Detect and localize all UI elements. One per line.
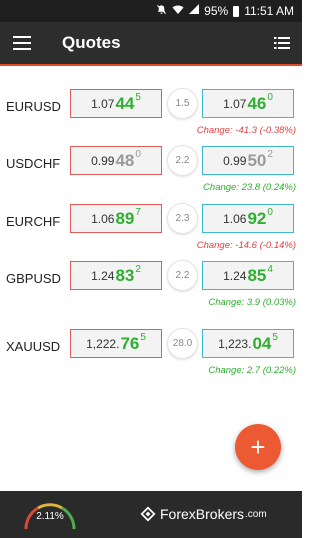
- bid-big-digits: 48: [115, 150, 135, 170]
- bid-prefix: 1.07: [91, 96, 115, 111]
- quote-row-xauusd[interactable]: XAUUSD 1,222. 76 5 28.0 1,223. 04 5 Change: …: [0, 328, 302, 381]
- bid-pip: 0: [135, 149, 141, 160]
- silent-icon: [156, 4, 167, 18]
- symbol-label: GBPUSD: [6, 271, 61, 286]
- battery-percent: 95%: [204, 4, 229, 18]
- quote-row-gbpusd[interactable]: GBPUSD 1.24 83 2 2.2 1.24 85 4 Change: 3.9 (…: [0, 260, 302, 313]
- gauge-meter: 2.11%: [20, 497, 80, 533]
- status-bar: 95% 11:51 AM: [0, 0, 302, 22]
- quote-row-usdchf[interactable]: USDCHF 0.99 48 0 2.2 0.99 50 2 Change: 23.8 …: [0, 145, 302, 198]
- ask-pip: 0: [267, 207, 273, 218]
- brand-name: ForexBrokers: [160, 506, 245, 522]
- battery-icon: [233, 5, 240, 17]
- gauge-value: 2.11%: [36, 511, 64, 522]
- ask-prefix: 1.07: [223, 96, 247, 111]
- list-view-icon[interactable]: [262, 21, 302, 65]
- ask-pip: 0: [267, 92, 273, 103]
- ask-big-digits: 85: [247, 265, 267, 285]
- change-text: Change: 2.7 (0.22%): [208, 365, 296, 376]
- spread-badge: 28.0: [167, 328, 198, 359]
- quote-row-eurusd[interactable]: EURUSD 1.07 44 5 1.5 1.07 46 0 Change: -41.3…: [0, 88, 302, 141]
- ask-big-digits: 50: [247, 150, 267, 170]
- bid-prefix: 0.99: [91, 153, 115, 168]
- bid-big-digits: 89: [115, 208, 135, 228]
- page-title: Quotes: [62, 33, 121, 52]
- bid-big-digits: 83: [115, 265, 135, 285]
- status-time: 11:51 AM: [244, 4, 294, 18]
- ask-pip: 4: [267, 264, 273, 275]
- signal-icon: [189, 4, 200, 18]
- ask-price-button[interactable]: 1.07 46 0: [202, 89, 294, 118]
- ask-price-button[interactable]: 1.06 92 0: [202, 204, 294, 233]
- symbol-label: XAUUSD: [6, 339, 61, 354]
- change-text: Change: -14.6 (-0.14%): [196, 240, 296, 251]
- symbol-label: EURUSD: [6, 99, 61, 114]
- bid-big-digits: 44: [115, 93, 135, 113]
- ask-price-button[interactable]: 1.24 85 4: [202, 261, 294, 290]
- symbol-label: USDCHF: [6, 156, 61, 171]
- footer-bar: 2.11% ForexBrokers .com: [0, 491, 302, 538]
- app-bar: Quotes: [0, 22, 302, 66]
- change-text: Change: 23.8 (0.24%): [203, 182, 296, 193]
- forexbrokers-logo-icon: [140, 506, 156, 522]
- symbol-label: EURCHF: [6, 214, 61, 229]
- bid-prefix: 1.24: [91, 268, 115, 283]
- add-symbol-button[interactable]: +: [235, 424, 281, 470]
- bid-price-button[interactable]: 1.06 89 7: [70, 204, 162, 233]
- ask-pip: 5: [272, 332, 278, 343]
- spread-badge: 2.2: [167, 260, 198, 291]
- change-text: Change: 3.9 (0.03%): [208, 297, 296, 308]
- ask-prefix: 0.99: [223, 153, 247, 168]
- bid-prefix: 1,222.: [86, 336, 120, 351]
- quote-row-eurchf[interactable]: EURCHF 1.06 89 7 2.3 1.06 92 0 Change: -14.6…: [0, 203, 302, 256]
- ask-big-digits: 04: [252, 333, 272, 353]
- ask-prefix: 1.24: [223, 268, 247, 283]
- brand-suffix: .com: [245, 508, 267, 520]
- ask-pip: 2: [267, 149, 273, 160]
- bid-prefix: 1.06: [91, 211, 115, 226]
- hamburger-menu-icon[interactable]: [2, 21, 42, 65]
- spread-badge: 1.5: [167, 88, 198, 119]
- bid-price-button[interactable]: 1.24 83 2: [70, 261, 162, 290]
- plus-icon: +: [250, 431, 266, 462]
- bid-pip: 2: [135, 264, 141, 275]
- ask-prefix: 1.06: [223, 211, 247, 226]
- bid-pip: 5: [140, 332, 146, 343]
- bid-pip: 5: [135, 92, 141, 103]
- ask-big-digits: 92: [247, 208, 267, 228]
- spread-badge: 2.3: [167, 203, 198, 234]
- bid-pip: 7: [135, 207, 141, 218]
- wifi-icon: [172, 4, 184, 18]
- bid-price-button[interactable]: 1.07 44 5: [70, 89, 162, 118]
- ask-prefix: 1,223.: [218, 336, 252, 351]
- spread-badge: 2.2: [167, 145, 198, 176]
- brand-logo: ForexBrokers .com: [140, 506, 267, 522]
- ask-big-digits: 46: [247, 93, 267, 113]
- ask-price-button[interactable]: 1,223. 04 5: [202, 329, 294, 358]
- bid-big-digits: 76: [120, 333, 140, 353]
- bid-price-button[interactable]: 1,222. 76 5: [70, 329, 162, 358]
- change-text: Change: -41.3 (-0.38%): [196, 125, 296, 136]
- ask-price-button[interactable]: 0.99 50 2: [202, 146, 294, 175]
- bid-price-button[interactable]: 0.99 48 0: [70, 146, 162, 175]
